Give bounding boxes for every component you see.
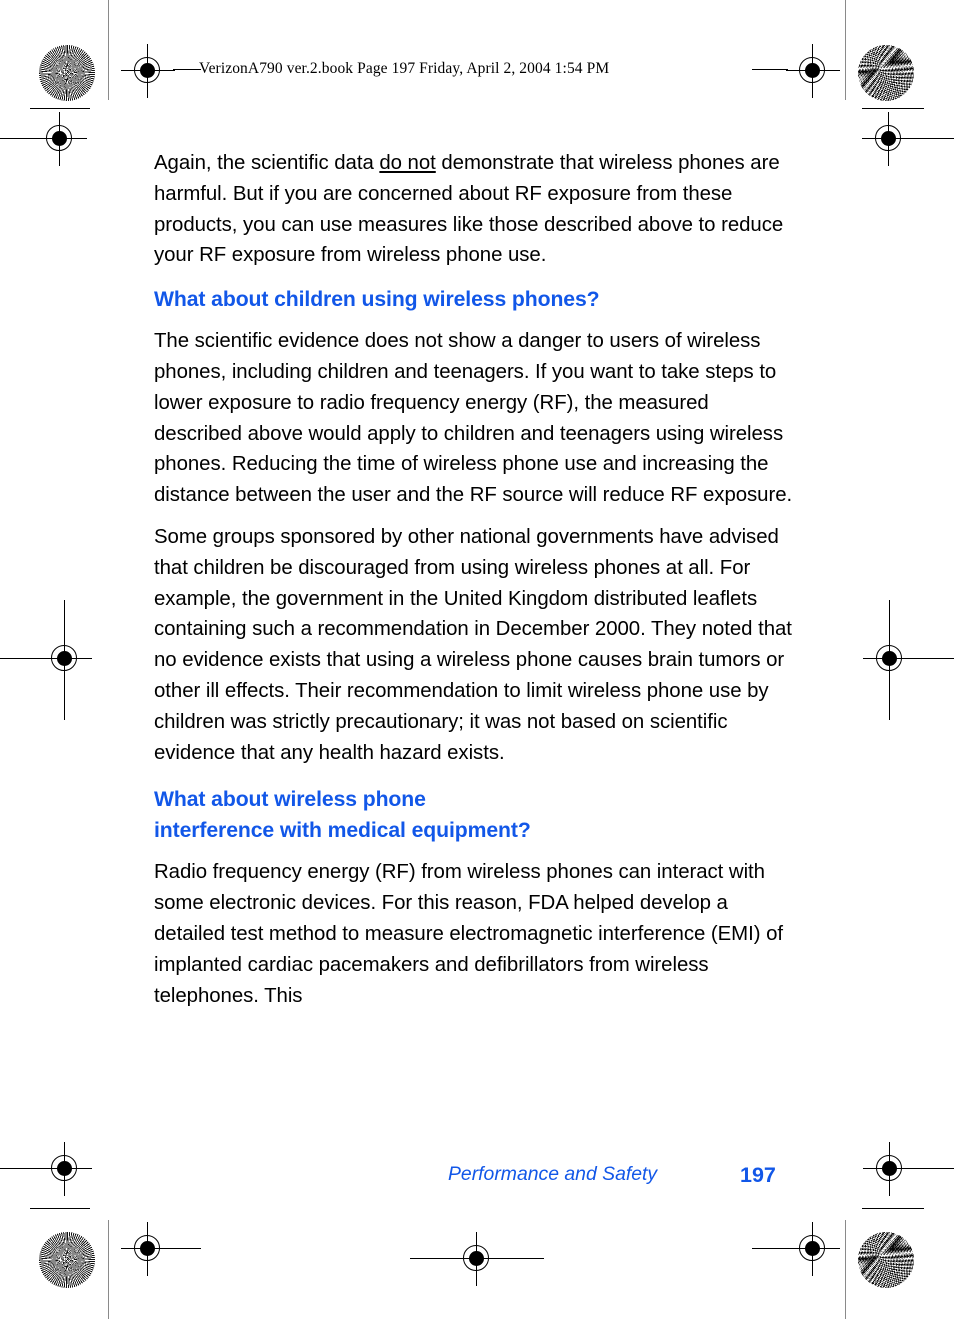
registration-vertical-line <box>64 1142 66 1196</box>
registration-dot <box>469 1251 484 1266</box>
heading-wireless-phone-interference-medical-equipment: What about wireless phone interference wi… <box>154 784 794 846</box>
registration-moire-bottom-right <box>858 1232 914 1288</box>
registration-target-bottom-right-lower <box>786 1222 840 1276</box>
trim-rule-top-right <box>752 69 788 71</box>
registration-vertical-line <box>889 1142 891 1196</box>
registration-dot <box>57 1161 72 1176</box>
registration-ring <box>799 57 825 83</box>
registration-horizontal-line <box>862 138 916 140</box>
registration-horizontal-line <box>863 1168 917 1170</box>
trim-rule-top-left <box>173 69 201 71</box>
registration-horizontal-line <box>121 70 175 72</box>
registration-target-top-left <box>121 44 175 98</box>
registration-starburst-bottom-left <box>39 1232 95 1288</box>
registration-vertical-line <box>147 44 149 98</box>
registration-vertical-line <box>888 112 890 166</box>
registration-ring <box>463 1245 489 1271</box>
registration-target-upper-left-second <box>33 112 87 166</box>
trim-rule-bottom-right-lower <box>862 1208 924 1210</box>
trim-rule-bottom-center-left <box>410 1258 452 1260</box>
registration-ring <box>875 125 901 151</box>
paragraph-radio-frequency-energy: Radio frequency energy (RF) from wireles… <box>154 861 783 1007</box>
registration-horizontal-line <box>121 1248 175 1250</box>
trim-line-left-vertical-bottom <box>108 1220 109 1319</box>
registration-horizontal-line <box>786 1248 840 1250</box>
trim-rule-bottom-left-upper <box>0 1168 44 1170</box>
registration-vertical-line <box>476 1232 478 1286</box>
footer-page-number: 197 <box>740 1163 776 1187</box>
heading-2-line-1: What about wireless phone <box>154 788 426 812</box>
registration-target-bottom-right-upper <box>863 1142 917 1196</box>
registration-horizontal-line <box>33 138 87 140</box>
trim-line-right-vertical-top <box>845 0 846 100</box>
heading-children-using-wireless-phones: What about children using wireless phone… <box>154 288 600 312</box>
page-footer: Performance and Safety 197 <box>154 1163 794 1193</box>
trim-rule-upper-right-second <box>862 108 924 110</box>
registration-target-upper-right-second <box>862 112 916 166</box>
registration-ring <box>134 57 160 83</box>
trim-rule-bottom-center-right <box>502 1258 544 1260</box>
registration-target-top-right <box>786 44 840 98</box>
registration-vertical-line <box>812 44 814 98</box>
paragraph-scientific-data: Again, the scientific data do not demons… <box>154 148 794 271</box>
registration-dot <box>805 63 820 78</box>
trim-rule-upper-left-second <box>30 108 90 110</box>
trim-rule-upper-right-second-ext <box>914 138 954 140</box>
registration-horizontal-line <box>38 1168 92 1170</box>
registration-dot <box>882 1161 897 1176</box>
registration-moire-top-right <box>858 45 914 101</box>
trim-rule-mid-right <box>911 658 954 660</box>
trim-rule-mid-left <box>0 658 44 660</box>
registration-horizontal-line <box>786 70 840 72</box>
footer-section-title: Performance and Safety <box>448 1163 658 1185</box>
registration-ring <box>51 1155 77 1181</box>
document-header-stamp: VerizonA790 ver.2.book Page 197 Friday, … <box>199 60 610 77</box>
paragraph-some-groups-sponsored: Some groups sponsored by other national … <box>154 525 792 764</box>
registration-target-bottom-left-lower <box>121 1222 175 1276</box>
paragraph-1-emphasis-do-not: do not <box>379 152 436 174</box>
registration-starburst-top-left <box>39 45 95 101</box>
trim-rule-bottom-right-upper <box>911 1168 954 1170</box>
registration-dot <box>881 131 896 146</box>
registration-vertical-line <box>812 1222 814 1276</box>
registration-target-bottom-left-upper <box>38 1142 92 1196</box>
registration-dot <box>52 131 67 146</box>
trim-line-mid-left-vertical <box>64 600 66 720</box>
trim-line-left-vertical-top <box>108 0 109 100</box>
trim-line-mid-right-vertical <box>889 600 891 720</box>
registration-ring <box>134 1235 160 1261</box>
registration-horizontal-line <box>450 1258 504 1260</box>
registration-vertical-line <box>147 1222 149 1276</box>
registration-dot <box>805 1241 820 1256</box>
paragraph-scientific-evidence: The scientific evidence does not show a … <box>154 330 793 507</box>
page-content: Again, the scientific data do not demons… <box>154 148 794 1022</box>
paragraph-1-part-1: Again, the scientific data <box>154 152 380 174</box>
registration-ring <box>799 1235 825 1261</box>
registration-dot <box>140 63 155 78</box>
trim-rule-bottom-right-lower-ext <box>752 1248 788 1250</box>
trim-rule-upper-left-second-ext <box>0 138 40 140</box>
registration-ring <box>46 125 72 151</box>
trim-rule-bottom-left-lower <box>30 1208 90 1210</box>
registration-ring <box>876 1155 902 1181</box>
trim-line-right-vertical-bottom <box>845 1220 846 1319</box>
registration-target-bottom-center <box>450 1232 504 1286</box>
heading-2-line-2: interference with medical equipment? <box>154 819 531 843</box>
registration-dot <box>140 1241 155 1256</box>
registration-vertical-line <box>59 112 61 166</box>
trim-rule-bottom-left-lower-ext <box>173 1248 201 1250</box>
